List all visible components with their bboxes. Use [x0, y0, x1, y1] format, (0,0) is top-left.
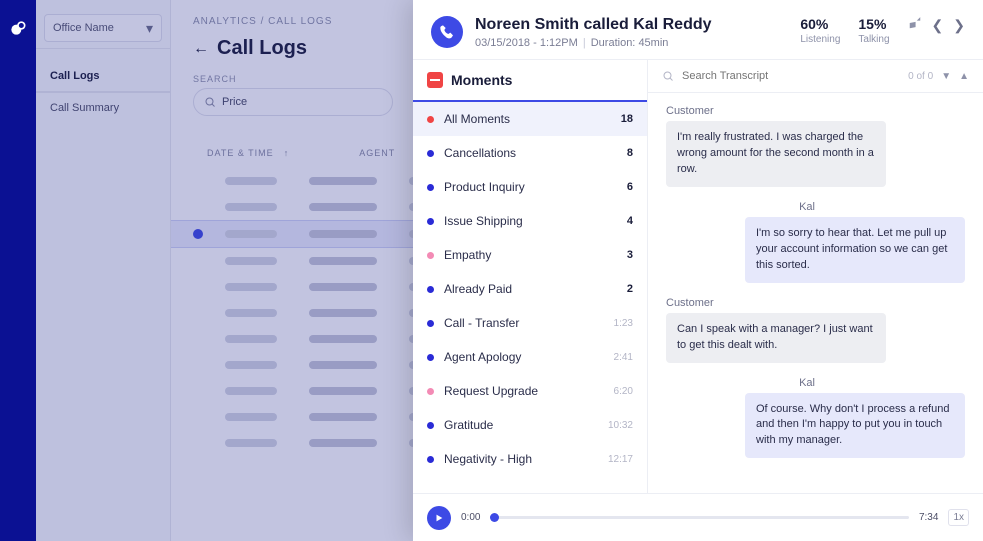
call-subtitle: 03/15/2018 - 1:12PM | Duration: 45min [475, 37, 788, 49]
office-select[interactable]: Office Name ▾ [44, 14, 162, 42]
moment-item[interactable]: Agent Apology 2:41 [413, 340, 647, 374]
back-arrow-icon[interactable]: ← [193, 40, 209, 58]
moment-item[interactable]: Product Inquiry 6 [413, 170, 647, 204]
player-thumb[interactable] [490, 513, 499, 522]
office-name: Office Name [53, 22, 114, 34]
player-total-time: 7:34 [919, 512, 938, 523]
message-bubble: Of course. Why don't I process a refund … [745, 393, 965, 459]
search-input[interactable]: Price [193, 88, 393, 116]
moment-label: Request Upgrade [444, 384, 604, 398]
col-agent[interactable]: AGENT [359, 148, 395, 158]
search-prev-icon[interactable]: ▼ [941, 71, 951, 82]
search-value: Price [222, 96, 247, 108]
moment-dot-icon [427, 456, 434, 463]
search-icon [204, 96, 216, 108]
moment-item[interactable]: Negativity - High 12:17 [413, 442, 647, 476]
moment-dot-icon [427, 116, 434, 123]
transcript-message: Customer I'm really frustrated. I was cha… [666, 105, 965, 187]
speaker-label: Customer [666, 297, 965, 309]
speaker-label: Customer [666, 105, 965, 117]
search-icon [662, 70, 674, 82]
moment-count: 8 [627, 147, 633, 159]
moment-count: 2 [627, 283, 633, 295]
play-indicator-icon [193, 229, 203, 239]
moment-label: Agent Apology [444, 350, 604, 364]
moment-label: Gratitude [444, 418, 598, 432]
transcript-message: Customer Can I speak with a manager? I ju… [666, 297, 965, 363]
next-call-icon[interactable]: ❯ [953, 17, 965, 34]
col-datetime[interactable]: DATE & TIME [207, 148, 274, 158]
moment-label: Issue Shipping [444, 214, 617, 228]
search-next-icon[interactable]: ▲ [959, 71, 969, 82]
nav-rail [0, 0, 36, 541]
sidebar: Office Name ▾ Call Logs Call Summary [36, 0, 171, 541]
moment-label: Negativity - High [444, 452, 598, 466]
player-speed[interactable]: 1x [948, 509, 969, 526]
moment-count: 6 [627, 181, 633, 193]
moment-dot-icon [427, 388, 434, 395]
play-button[interactable] [427, 506, 451, 530]
moment-item[interactable]: Request Upgrade 6:20 [413, 374, 647, 408]
moment-item[interactable]: Cancellations 8 [413, 136, 647, 170]
metric-listening: 60% Listening [800, 16, 840, 45]
message-bubble: I'm really frustrated. I was charged the… [666, 121, 886, 187]
moment-label: Empathy [444, 248, 617, 262]
transcript-message: Kal Of course. Why don't I process a refu… [666, 377, 965, 459]
moments-heading: Moments [451, 72, 512, 88]
share-icon[interactable] [908, 16, 922, 35]
chevron-down-icon: ▾ [146, 20, 153, 37]
sidebar-item-call-summary[interactable]: Call Summary [36, 93, 170, 123]
moment-label: Product Inquiry [444, 180, 617, 194]
prev-call-icon[interactable]: ❮ [932, 17, 944, 34]
moment-dot-icon [427, 354, 434, 361]
metric-talking: 15% Talking [858, 16, 889, 45]
moment-time: 10:32 [608, 420, 633, 431]
moments-column: Moments All Moments 18 Cancellations 8 Produ… [413, 60, 648, 493]
moment-label: Call - Transfer [444, 316, 604, 330]
call-title: Noreen Smith called Kal Reddy [475, 16, 788, 34]
message-bubble: I'm so sorry to hear that. Let me pull u… [745, 217, 965, 283]
moments-icon [427, 72, 443, 88]
phone-icon [431, 16, 463, 48]
moment-time: 1:23 [614, 318, 633, 329]
moment-item[interactable]: Empathy 3 [413, 238, 647, 272]
logo-icon [8, 18, 28, 38]
page-title: Call Logs [217, 37, 307, 60]
moment-dot-icon [427, 184, 434, 191]
moment-count: 3 [627, 249, 633, 261]
moment-item[interactable]: Already Paid 2 [413, 272, 647, 306]
message-bubble: Can I speak with a manager? I just want … [666, 313, 886, 363]
moment-time: 6:20 [614, 386, 633, 397]
moment-time: 2:41 [614, 352, 633, 363]
moment-label: Cancellations [444, 146, 617, 160]
audio-player: 0:00 7:34 1x [413, 493, 983, 541]
moment-dot-icon [427, 150, 434, 157]
moment-item[interactable]: All Moments 18 [413, 100, 647, 136]
moment-count: 4 [627, 215, 633, 227]
moment-item[interactable]: Gratitude 10:32 [413, 408, 647, 442]
moment-dot-icon [427, 252, 434, 259]
transcript-column: 0 of 0 ▼ ▲ Customer I'm really frustrated… [648, 60, 983, 493]
moment-time: 12:17 [608, 454, 633, 465]
moment-count: 18 [621, 113, 633, 125]
speaker-label: Kal [799, 201, 965, 213]
player-track[interactable] [490, 516, 909, 519]
call-detail-panel: Noreen Smith called Kal Reddy 03/15/2018… [413, 0, 983, 541]
moment-label: All Moments [444, 112, 611, 126]
sidebar-item-call-logs[interactable]: Call Logs [36, 61, 170, 93]
player-current-time: 0:00 [461, 512, 480, 523]
transcript-search-counter: 0 of 0 [908, 71, 933, 82]
transcript-message: Kal I'm so sorry to hear that. Let me pul… [666, 201, 965, 283]
speaker-label: Kal [799, 377, 965, 389]
moment-item[interactable]: Call - Transfer 1:23 [413, 306, 647, 340]
moment-dot-icon [427, 422, 434, 429]
moment-dot-icon [427, 286, 434, 293]
moment-dot-icon [427, 320, 434, 327]
moment-item[interactable]: Issue Shipping 4 [413, 204, 647, 238]
moment-dot-icon [427, 218, 434, 225]
moment-label: Already Paid [444, 282, 617, 296]
transcript-search-input[interactable] [682, 70, 900, 82]
